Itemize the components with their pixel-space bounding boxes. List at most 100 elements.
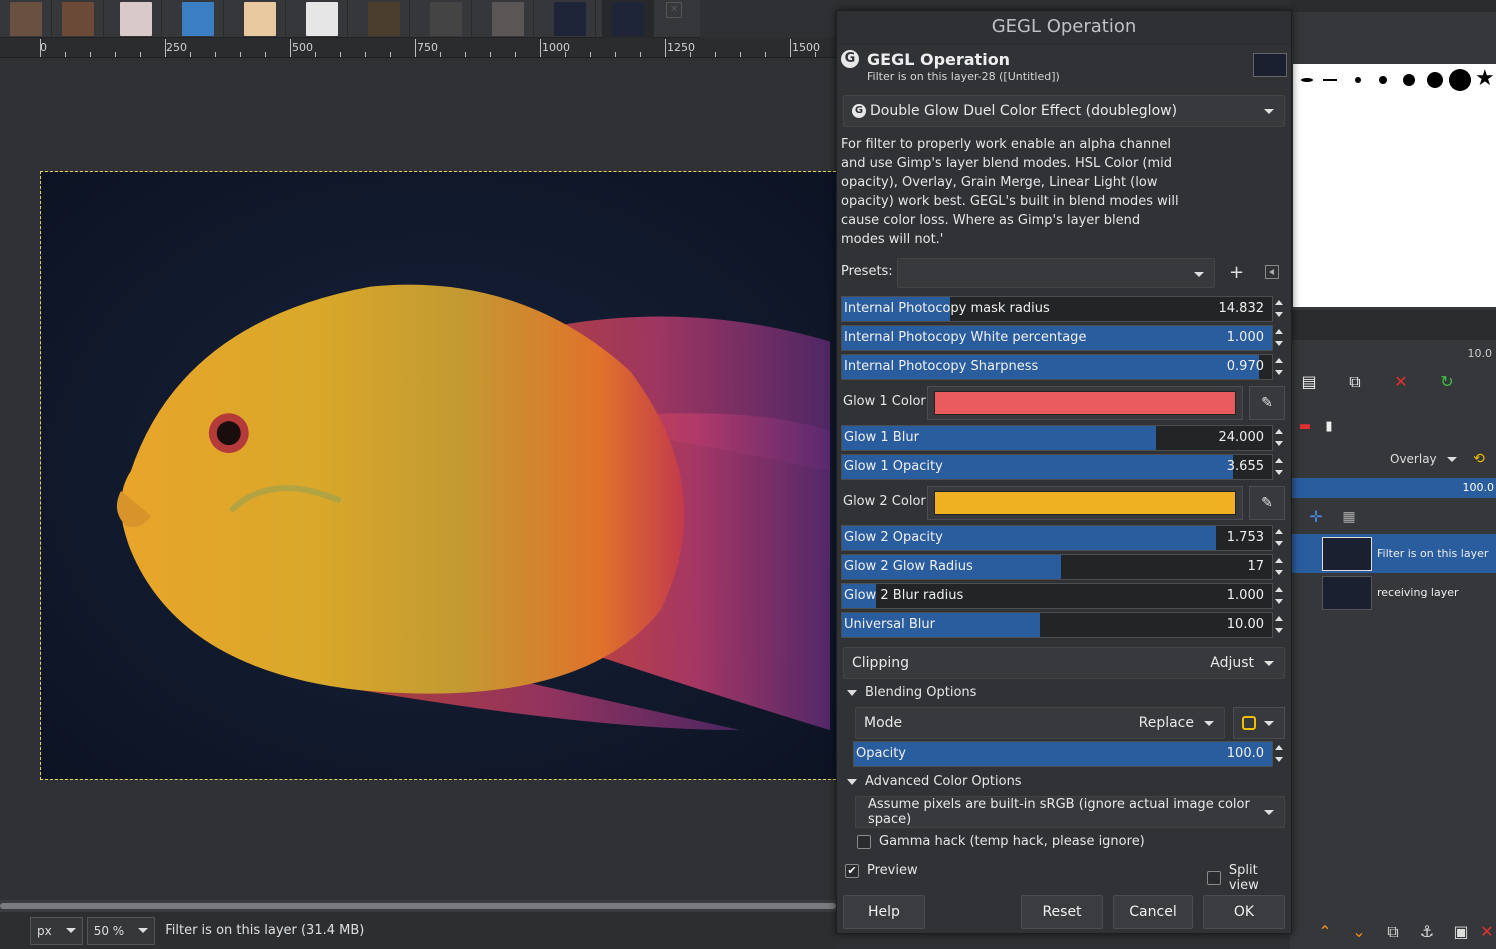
spin-buttons[interactable]	[1273, 454, 1287, 480]
sharpness-slider[interactable]: Internal Photocopy Sharpness 0.970	[841, 354, 1273, 380]
glow2-opacity-slider[interactable]: Glow 2 Opacity 1.753	[841, 525, 1273, 551]
spin-down-icon[interactable]	[1275, 570, 1283, 575]
glow1-opacity-slider[interactable]: Glow 1 Opacity 3.655	[841, 454, 1273, 480]
glow2-color-button[interactable]	[927, 486, 1243, 520]
spin-up-icon[interactable]	[1275, 745, 1283, 750]
image-tab-thumbnail[interactable]	[358, 0, 410, 38]
gamma-hack-checkbox[interactable]: Gamma hack (temp hack, please ignore)	[857, 834, 1145, 849]
image-tab-thumbnail[interactable]	[0, 0, 52, 38]
horizontal-scrollbar[interactable]	[0, 900, 836, 912]
spin-buttons[interactable]	[1273, 612, 1287, 638]
advanced-color-expander[interactable]: Advanced Color Options	[847, 774, 1022, 789]
image-tab-thumbnail[interactable]	[52, 0, 104, 38]
spin-buttons[interactable]	[1273, 525, 1287, 551]
spin-buttons[interactable]	[1273, 741, 1287, 767]
cancel-button[interactable]: Cancel	[1113, 895, 1193, 929]
blend-mode-select[interactable]: Mode Replace	[855, 707, 1225, 739]
spin-up-icon[interactable]	[1275, 558, 1283, 563]
spin-buttons[interactable]	[1273, 583, 1287, 609]
delete-layer-icon[interactable]: ✕	[1476, 921, 1496, 943]
spin-up-icon[interactable]	[1275, 300, 1283, 305]
spin-down-icon[interactable]	[1275, 312, 1283, 317]
spin-down-icon[interactable]	[1275, 341, 1283, 346]
spin-up-icon[interactable]	[1275, 358, 1283, 363]
spin-buttons[interactable]	[1273, 425, 1287, 451]
brush-preset[interactable]	[1403, 74, 1415, 86]
add-preset-icon[interactable]: +	[1229, 262, 1244, 283]
dialog-titlebar[interactable]: GEGL Operation	[837, 11, 1291, 45]
zoom-select[interactable]: 50 %	[86, 916, 156, 945]
duplicate-layer-icon[interactable]: ⧉	[1382, 921, 1404, 943]
close-tab-icon[interactable]: ✕	[666, 2, 682, 18]
channels-tab-icon[interactable]: ▮	[1318, 416, 1340, 438]
save-icon[interactable]: ▤	[1298, 371, 1320, 393]
brush-preset[interactable]	[1379, 76, 1387, 84]
spin-up-icon[interactable]	[1275, 616, 1283, 621]
white-percentage-slider[interactable]: Internal Photocopy White percentage 1.00…	[841, 325, 1273, 351]
brush-preset[interactable]	[1355, 77, 1361, 83]
color-picker-icon[interactable]: ✎	[1249, 486, 1285, 520]
star-brush-icon[interactable]: ★	[1475, 66, 1495, 91]
brush-preset[interactable]	[1449, 69, 1471, 91]
spin-up-icon[interactable]	[1275, 529, 1283, 534]
refresh-icon[interactable]: ↻	[1436, 371, 1458, 393]
mask-radius-slider[interactable]: Internal Photocopy mask radius 14.832	[841, 296, 1273, 322]
brush-preset[interactable]	[1323, 79, 1337, 81]
spin-up-icon[interactable]	[1275, 429, 1283, 434]
unit-select[interactable]: px	[30, 916, 83, 945]
spin-up-icon[interactable]	[1275, 329, 1283, 334]
layer-opacity-slider[interactable]: 100.0	[1290, 478, 1496, 498]
layer-row[interactable]: Filter is on this layer	[1290, 534, 1496, 573]
composite-mode-icon[interactable]: ⟲	[1468, 448, 1490, 470]
color-picker-icon[interactable]: ✎	[1249, 386, 1285, 420]
reset-button[interactable]: Reset	[1021, 895, 1103, 929]
presets-select[interactable]	[897, 258, 1215, 288]
layer-mode-select[interactable]: Overlay	[1374, 446, 1458, 472]
layers-tab-icon[interactable]: ▬	[1294, 416, 1316, 438]
glow1-blur-slider[interactable]: Glow 1 Blur 24.000	[841, 425, 1273, 451]
spin-down-icon[interactable]	[1275, 470, 1283, 475]
spin-buttons[interactable]	[1273, 354, 1287, 380]
delete-icon[interactable]: ✕	[1390, 371, 1412, 393]
spin-down-icon[interactable]	[1275, 599, 1283, 604]
spin-down-icon[interactable]	[1275, 370, 1283, 375]
move-lock-icon[interactable]: ✛	[1305, 506, 1327, 528]
spin-up-icon[interactable]	[1275, 587, 1283, 592]
mask-icon[interactable]: ▣	[1450, 921, 1472, 943]
lower-layer-icon[interactable]: ⌄	[1348, 921, 1370, 943]
image-tab-thumbnail-active[interactable]	[602, 0, 654, 38]
glow2-blur-radius-slider[interactable]: Glow 2 Blur radius 1.000	[841, 583, 1273, 609]
blending-options-expander[interactable]: Blending Options	[847, 685, 976, 700]
spin-down-icon[interactable]	[1275, 441, 1283, 446]
image-tab-thumbnail[interactable]	[110, 0, 162, 38]
clipping-select[interactable]: Clipping Adjust	[843, 647, 1285, 679]
spin-buttons[interactable]	[1273, 554, 1287, 580]
image-tab-thumbnail[interactable]	[482, 0, 534, 38]
presets-menu-icon[interactable]	[1265, 265, 1279, 279]
anchor-layer-icon[interactable]: ⚓	[1416, 921, 1438, 943]
composite-mode-button[interactable]	[1233, 707, 1285, 739]
brush-preset[interactable]	[1301, 78, 1313, 82]
preview-checkbox[interactable]: ✔ Preview	[845, 863, 918, 878]
universal-blur-slider[interactable]: Universal Blur 10.00	[841, 612, 1273, 638]
spin-down-icon[interactable]	[1275, 541, 1283, 546]
spin-buttons[interactable]	[1273, 296, 1287, 322]
layer-row[interactable]: receiving layer	[1290, 573, 1496, 612]
spin-up-icon[interactable]	[1275, 458, 1283, 463]
spin-down-icon[interactable]	[1275, 628, 1283, 633]
brush-preset[interactable]	[1427, 72, 1443, 88]
duplicate-icon[interactable]: ⧉	[1344, 371, 1366, 393]
image-tab-thumbnail[interactable]	[296, 0, 348, 38]
split-view-checkbox[interactable]: Split view	[1207, 863, 1291, 893]
fish-image[interactable]	[40, 171, 836, 780]
brushes-panel[interactable]: ★	[1293, 64, 1496, 307]
alpha-lock-icon[interactable]: ▦	[1338, 506, 1360, 528]
ok-button[interactable]: OK	[1203, 895, 1285, 929]
help-button[interactable]: Help	[843, 895, 925, 929]
glow2-radius-slider[interactable]: Glow 2 Glow Radius 17	[841, 554, 1273, 580]
blend-opacity-slider[interactable]: Opacity 100.0	[853, 741, 1273, 767]
glow1-color-button[interactable]	[927, 386, 1243, 420]
image-tab-thumbnail[interactable]	[172, 0, 224, 38]
image-tab-thumbnail[interactable]	[544, 0, 596, 38]
canvas-area[interactable]	[0, 58, 836, 900]
